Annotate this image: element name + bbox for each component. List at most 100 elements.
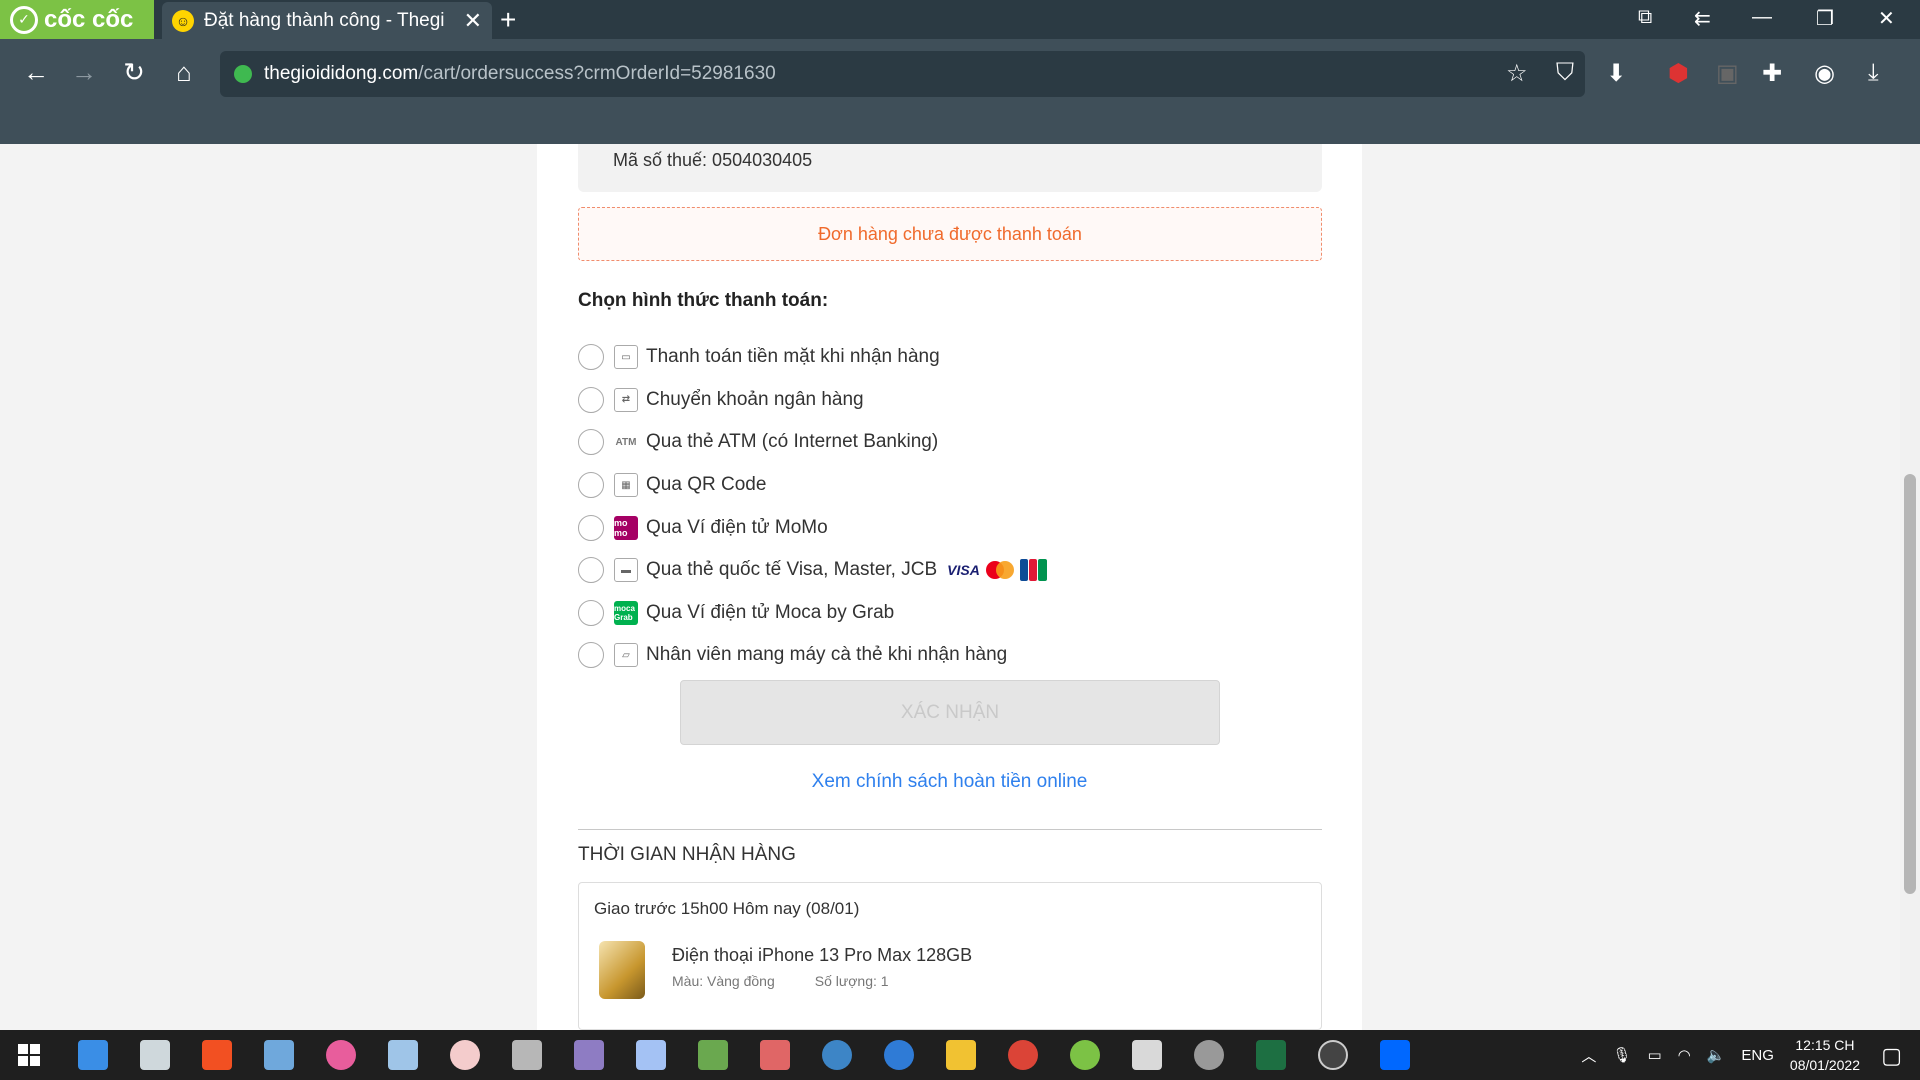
product-meta: Màu: Vàng đồng Số lượng: 1 — [672, 973, 889, 989]
payment-options-list: ▭ Thanh toán tiền mặt khi nhận hàng ⇄ Ch… — [578, 336, 1322, 677]
unpaid-notice: Đơn hàng chưa được thanh toán — [578, 207, 1322, 261]
gear-app-icon[interactable] — [1194, 1040, 1224, 1070]
new-tab-icon[interactable]: + — [500, 4, 516, 36]
books-app-icon[interactable] — [760, 1040, 790, 1070]
clock-date: 08/01/2022 — [1789, 1057, 1860, 1073]
mastercard-logo-icon — [985, 561, 1014, 580]
radio-button[interactable] — [578, 557, 604, 584]
microsoft-store-icon[interactable] — [202, 1040, 232, 1070]
payment-option-label: Thanh toán tiền mặt khi nhận hàng — [646, 346, 940, 368]
payment-option-label: Qua thẻ quốc tế Visa, Master, JCB — [646, 559, 938, 581]
minimize-icon[interactable]: — — [1752, 6, 1772, 29]
design-app-icon[interactable] — [574, 1040, 604, 1070]
battery-icon[interactable]: ▭ — [1647, 1046, 1661, 1064]
delivery-time-text: Giao trước 15h00 Hôm nay (08/01) — [594, 899, 860, 918]
thegioididong-favicon-icon: ☺ — [172, 9, 194, 32]
payment-option-bank-transfer[interactable]: ⇄ Chuyển khoản ngân hàng — [578, 379, 1322, 422]
payment-option-label: Qua thẻ ATM (có Internet Banking) — [646, 431, 939, 453]
coccoc-menu-button[interactable]: ✓ cốc cốc — [0, 0, 154, 39]
radio-button[interactable] — [578, 386, 604, 413]
radio-button[interactable] — [578, 514, 604, 541]
obs-icon[interactable] — [1318, 1040, 1348, 1070]
tab-active[interactable]: ☺ Đặt hàng thành công - Thegi ✕ — [162, 2, 492, 39]
zalo-icon[interactable] — [1380, 1040, 1410, 1070]
qbittorrent-icon[interactable] — [884, 1040, 914, 1070]
cash-icon: ▭ — [614, 345, 638, 370]
payment-option-label: Qua Ví điện tử MoMo — [646, 516, 828, 538]
address-bar[interactable]: thegioididong.com/cart/ordersuccess?crmO… — [220, 51, 1585, 97]
screenshot-search-icon[interactable]: ⧉ — [1638, 6, 1652, 29]
coccoc-logo-icon: ✓ — [10, 5, 38, 34]
url-host: thegioididong.com — [264, 63, 419, 84]
color-app-icon[interactable] — [326, 1040, 356, 1070]
shield-extension-icon[interactable]: ⛉ — [1556, 59, 1574, 87]
payment-option-momo[interactable]: mo mo Qua Ví điện tử MoMo — [578, 506, 1322, 549]
windows-start-icon[interactable] — [18, 1044, 40, 1066]
file-explorer-icon[interactable] — [946, 1040, 976, 1070]
forward-arrow-icon[interactable]: → — [66, 57, 102, 88]
calculator-icon[interactable] — [140, 1040, 170, 1070]
show-hidden-icons-icon[interactable]: ︿ — [1581, 1045, 1596, 1066]
downloads-icon[interactable]: ⤓ — [1868, 59, 1879, 87]
notification-center-icon[interactable]: ▢ — [1881, 1043, 1902, 1069]
radio-button[interactable] — [578, 642, 604, 669]
radio-button[interactable] — [578, 344, 604, 371]
tax-id-text: Mã số thuế: 0504030405 — [613, 150, 813, 170]
extensions-puzzle-icon[interactable]: ✚ — [1762, 59, 1782, 88]
drop-app-icon[interactable] — [822, 1040, 852, 1070]
product-quantity: Số lượng: 1 — [814, 973, 889, 989]
payment-option-qr[interactable]: ▦ Qua QR Code — [578, 464, 1322, 507]
control-panel-icon[interactable] — [78, 1040, 108, 1070]
microphone-icon[interactable]: 🎙 — [1612, 1046, 1631, 1064]
scrollbar-thumb[interactable] — [1904, 474, 1916, 894]
section-divider — [578, 829, 1322, 830]
radio-button[interactable] — [578, 599, 604, 626]
page-scrollbar[interactable] — [1900, 144, 1920, 1030]
window-app-icon[interactable] — [1132, 1040, 1162, 1070]
download-extension-icon[interactable]: ⬇ — [1606, 59, 1626, 88]
paper-app-icon[interactable] — [636, 1040, 666, 1070]
back-history-icon[interactable]: ⇇ — [1694, 6, 1711, 31]
moca-icon: moca Grab — [614, 600, 638, 625]
tab-title: Đặt hàng thành công - Thegi — [204, 9, 445, 31]
stack-app-icon[interactable] — [512, 1040, 542, 1070]
paint-icon[interactable] — [264, 1040, 294, 1070]
satellite-app-icon[interactable] — [388, 1040, 418, 1070]
spreadsheet-tool-icon[interactable] — [698, 1040, 728, 1070]
payment-option-card-swipe[interactable]: ▱ Nhân viên mang máy cà thẻ khi nhận hàn… — [578, 634, 1322, 677]
radio-button[interactable] — [578, 429, 604, 456]
restore-icon[interactable]: ❐ — [1816, 6, 1834, 31]
volume-icon[interactable]: 🔈 — [1707, 1046, 1726, 1064]
coccoc-taskbar-icon[interactable] — [1070, 1040, 1100, 1070]
payment-option-atm[interactable]: ATM Qua thẻ ATM (có Internet Banking) — [578, 421, 1322, 464]
clock[interactable]: 12:15 CH 08/01/2022 — [1790, 1035, 1860, 1075]
product-color: Màu: Vàng đồng — [672, 973, 775, 989]
payment-option-moca[interactable]: moca Grab Qua Ví điện tử Moca by Grab — [578, 592, 1322, 635]
confirm-button[interactable]: XÁC NHẬN — [680, 680, 1220, 745]
wifi-icon[interactable]: ◠ — [1678, 1046, 1691, 1064]
brand-label: cốc cốc — [44, 5, 134, 33]
bookmark-star-icon[interactable]: ☆ — [1506, 59, 1528, 88]
profile-avatar-icon[interactable]: ◉ — [1814, 59, 1835, 88]
home-icon[interactable]: ⌂ — [166, 57, 202, 88]
url-text: thegioididong.com/cart/ordersuccess?crmO… — [264, 63, 776, 85]
refund-policy-link[interactable]: Xem chính sách hoàn tiền online — [537, 771, 1362, 793]
back-arrow-icon[interactable]: ← — [18, 57, 54, 88]
reload-icon[interactable]: ↻ — [116, 57, 152, 88]
atm-icon: ATM — [615, 436, 637, 448]
pig-app-icon[interactable] — [450, 1040, 480, 1070]
language-indicator[interactable]: ENG — [1741, 1047, 1774, 1064]
payment-option-intl-card[interactable]: ▬ Qua thẻ quốc tế Visa, Master, JCB VISA — [578, 549, 1322, 592]
disabled-extension-icon[interactable]: ▣ — [1716, 59, 1739, 88]
close-window-icon[interactable]: ✕ — [1878, 6, 1895, 31]
bank-transfer-icon: ⇄ — [614, 387, 638, 412]
ublock-icon[interactable]: ⬢ — [1668, 59, 1689, 88]
product-name: Điện thoại iPhone 13 Pro Max 128GB — [672, 945, 973, 965]
tab-close-icon[interactable]: ✕ — [464, 8, 482, 34]
excel-icon[interactable] — [1256, 1040, 1286, 1070]
tax-info-box: Mã số thuế: 0504030405 — [578, 144, 1322, 192]
radio-button[interactable] — [578, 472, 604, 499]
payment-option-cash[interactable]: ▭ Thanh toán tiền mặt khi nhận hàng — [578, 336, 1322, 379]
chrome-icon[interactable] — [1008, 1040, 1038, 1070]
qr-code-icon: ▦ — [614, 473, 638, 498]
